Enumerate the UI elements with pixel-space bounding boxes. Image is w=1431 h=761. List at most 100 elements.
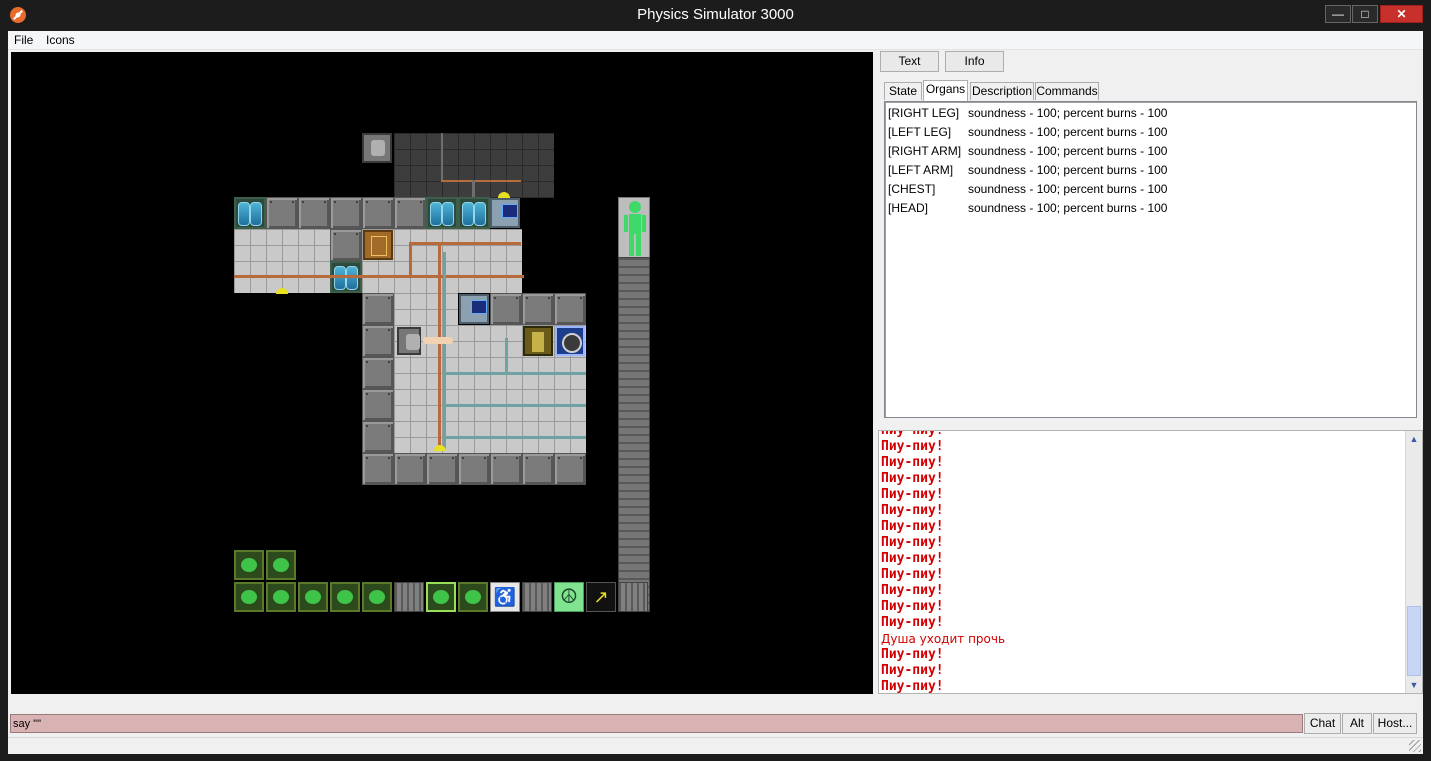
pipe — [409, 242, 412, 278]
hud-empty-slot[interactable] — [522, 582, 552, 612]
corridor — [618, 257, 650, 612]
computer-console[interactable] — [459, 294, 489, 324]
chat-scrollbar[interactable]: ▲ ▼ — [1405, 431, 1422, 693]
pipe — [443, 372, 586, 375]
computer-console[interactable] — [490, 198, 520, 228]
host-button[interactable]: Host... — [1373, 713, 1417, 734]
intent-help-icon[interactable]: ☮ — [554, 582, 584, 612]
chat-lines: Пиу-пиу! Пиу-пиу! Пиу-пиу! Пиу-пиу! Пиу-… — [881, 430, 1401, 693]
window — [234, 197, 266, 229]
chat-log[interactable]: Пиу-пиу! Пиу-пиу! Пиу-пиу! Пиу-пиу! Пиу-… — [878, 430, 1423, 694]
wall — [330, 229, 362, 261]
pipe — [438, 242, 441, 450]
wall — [554, 453, 586, 485]
chat-message: Пиу-пиу! — [881, 583, 944, 598]
info-button[interactable]: Info — [945, 51, 1004, 72]
hud-slot-icon[interactable] — [234, 582, 264, 612]
chat-message: Пиу-пиу! — [881, 567, 944, 582]
wall — [458, 453, 490, 485]
info-panel: Text Info State Organs Description Comma… — [878, 50, 1423, 698]
wall — [362, 453, 394, 485]
application-window: Physics Simulator 3000 — □ ✕ File Icons — [0, 0, 1431, 761]
run-walk-icon[interactable]: ↗ — [586, 582, 616, 612]
light-fixture — [276, 288, 288, 294]
organs-list: [RIGHT LEG] soundness - 100; percent bur… — [884, 101, 1417, 418]
resize-grip-icon[interactable] — [1409, 740, 1421, 752]
wall — [394, 453, 426, 485]
organ-status: soundness - 100; percent burns - 100 — [968, 182, 1168, 196]
vault-door[interactable] — [555, 326, 585, 356]
tab-organs[interactable]: Organs — [923, 80, 968, 101]
chat-message: Пиу-пиу! — [881, 487, 944, 502]
hud-hand-icon[interactable] — [458, 582, 488, 612]
chat-message: Пиу-пиу! — [881, 615, 944, 630]
locker[interactable] — [363, 230, 393, 260]
chat-message: Пиу-пиу! — [881, 503, 944, 518]
chat-message: Пиу-пиу! — [881, 455, 944, 470]
organ-status: soundness - 100; percent burns - 100 — [968, 163, 1168, 177]
wall — [394, 197, 426, 229]
wall — [554, 293, 586, 325]
wall — [362, 293, 394, 325]
window — [458, 197, 490, 229]
cabinet[interactable] — [523, 326, 553, 356]
hud-slot-icon[interactable] — [266, 550, 296, 580]
wall — [522, 293, 554, 325]
hud-empty-slot[interactable] — [394, 582, 424, 612]
menu-icons[interactable]: Icons — [46, 33, 75, 47]
wall — [362, 389, 394, 421]
wall — [298, 197, 330, 229]
robot-machine[interactable] — [362, 133, 392, 163]
chat-message: Душа уходит прочь — [881, 632, 1006, 646]
chat-message: Пиу-пиу! — [881, 430, 944, 438]
organ-status: soundness - 100; percent burns - 100 — [968, 106, 1168, 120]
command-input[interactable] — [10, 714, 1303, 733]
pull-icon[interactable]: ♿ — [490, 582, 520, 612]
alt-button[interactable]: Alt — [1342, 713, 1372, 734]
character-sprite[interactable] — [397, 327, 421, 355]
pipe — [443, 404, 586, 407]
wall — [362, 357, 394, 389]
hud-slot-icon[interactable] — [234, 550, 264, 580]
organ-name: [HEAD] — [888, 201, 929, 215]
scroll-down-icon[interactable]: ▼ — [1406, 677, 1422, 693]
hud-slot-icon[interactable] — [330, 582, 360, 612]
minimize-button[interactable]: — — [1325, 5, 1351, 23]
wall — [490, 453, 522, 485]
wall — [426, 453, 458, 485]
wall — [490, 293, 522, 325]
maximize-button[interactable]: □ — [1352, 5, 1378, 23]
hud-slot-icon[interactable] — [266, 582, 296, 612]
organ-name: [LEFT LEG] — [888, 125, 952, 139]
scroll-up-icon[interactable]: ▲ — [1406, 431, 1422, 447]
text-button[interactable]: Text — [880, 51, 939, 72]
wall — [522, 453, 554, 485]
organ-name: [RIGHT LEG] — [888, 106, 960, 120]
tab-state[interactable]: State — [884, 82, 922, 100]
light-fixture — [498, 192, 510, 198]
map-viewport[interactable]: ♿ ☮ ↗ — [11, 52, 873, 694]
close-button[interactable]: ✕ — [1380, 5, 1423, 23]
window-title: Physics Simulator 3000 — [637, 6, 794, 23]
chat-message: Пиу-пиу! — [881, 471, 944, 486]
pipe — [505, 338, 508, 374]
menu-file[interactable]: File — [14, 33, 33, 47]
pipe — [441, 133, 443, 181]
pipe — [441, 180, 521, 182]
hud-empty-slot[interactable] — [618, 582, 648, 612]
chat-message: Пиу-пиу! — [881, 647, 944, 662]
organ-status: soundness - 100; percent burns - 100 — [968, 125, 1168, 139]
chat-message: Пиу-пиу! — [881, 439, 944, 454]
wall — [362, 421, 394, 453]
wall — [362, 197, 394, 229]
body-doll[interactable] — [618, 197, 650, 259]
hud-slot-icon[interactable] — [298, 582, 328, 612]
tab-description[interactable]: Description — [970, 82, 1034, 100]
organ-status: soundness - 100; percent burns - 100 — [968, 144, 1168, 158]
window — [426, 197, 458, 229]
hud-hand-icon[interactable] — [426, 582, 456, 612]
tab-commands[interactable]: Commands — [1035, 82, 1099, 100]
hud-slot-icon[interactable] — [362, 582, 392, 612]
chat-button[interactable]: Chat — [1304, 713, 1341, 734]
scroll-thumb[interactable] — [1407, 606, 1421, 676]
